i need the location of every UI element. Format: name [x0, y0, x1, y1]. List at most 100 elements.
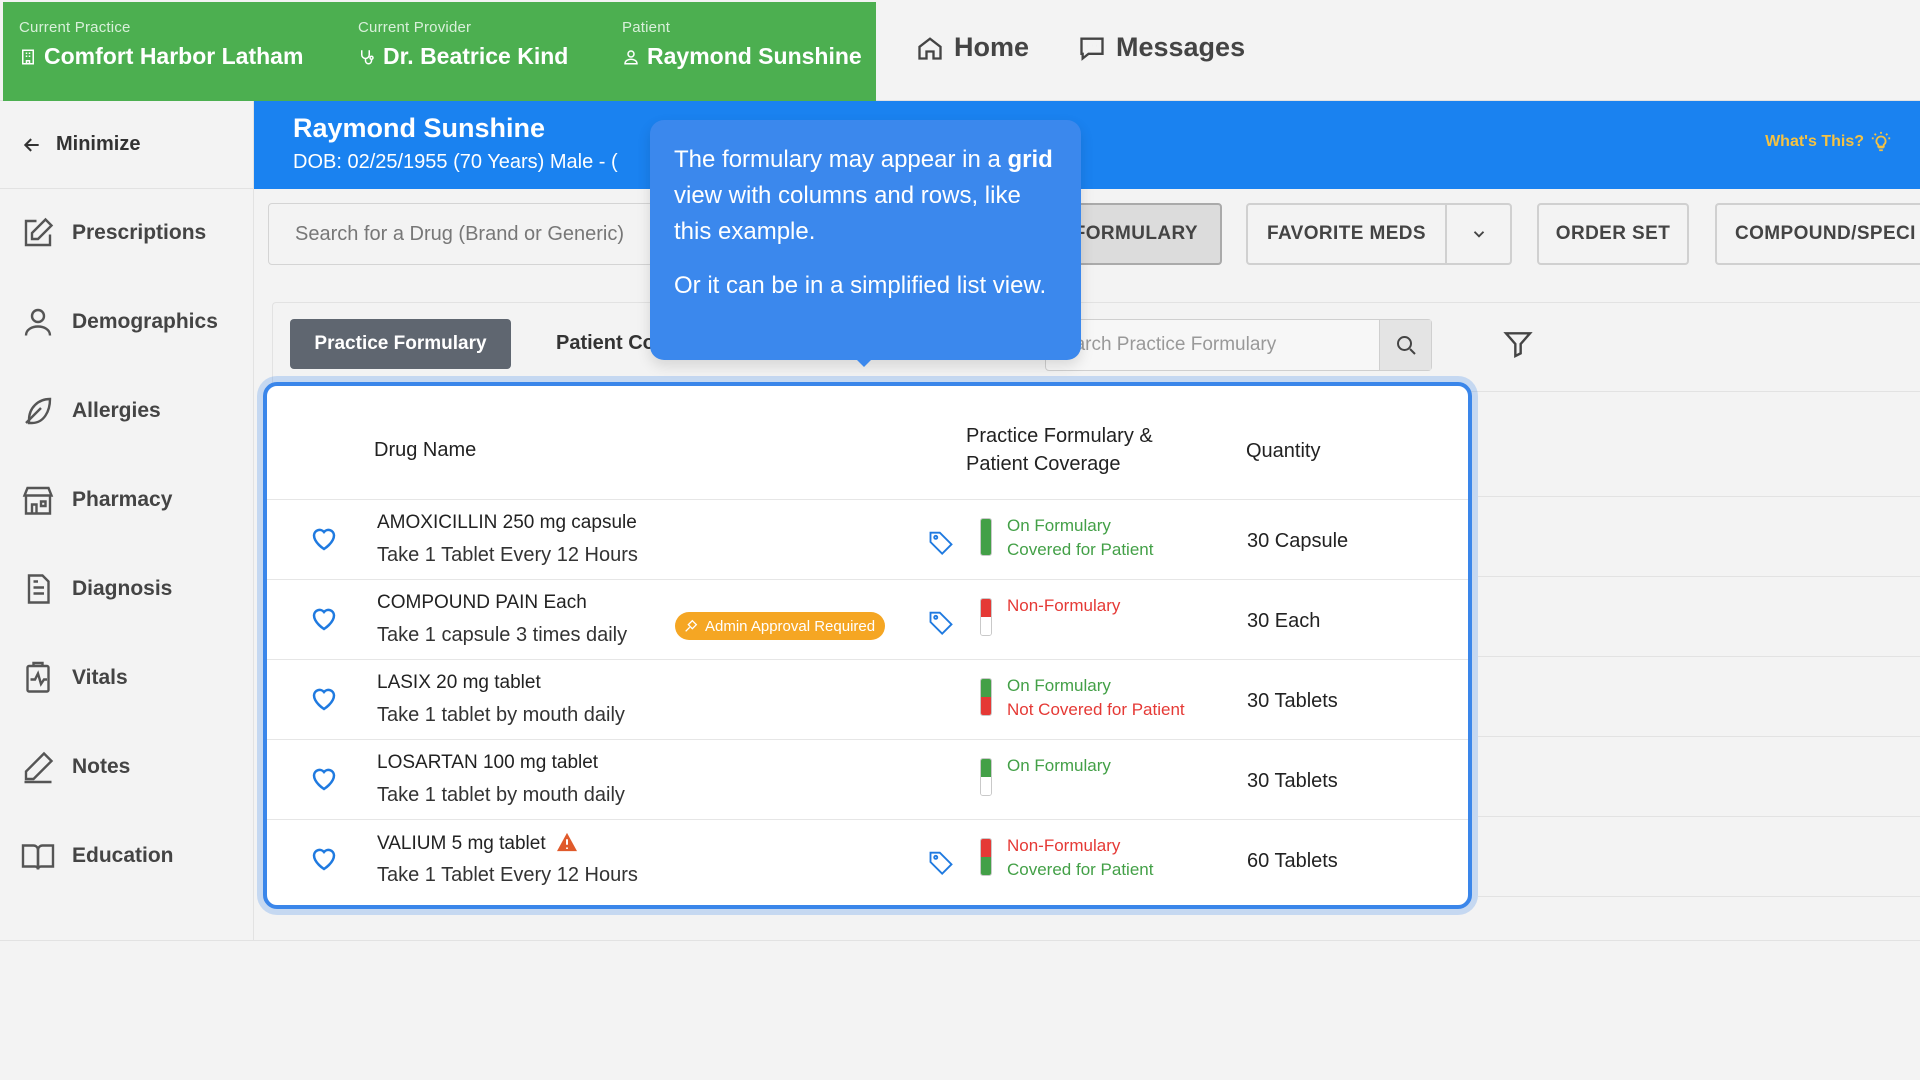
heart-icon[interactable] — [309, 604, 339, 634]
practice-formulary-search[interactable] — [1045, 319, 1432, 371]
heart-icon[interactable] — [309, 764, 339, 794]
current-patient[interactable]: Patient Raymond Sunshine — [622, 19, 862, 70]
clipboard-pulse-icon — [26, 661, 50, 693]
table-row[interactable]: AMOXICILLIN 250 mg capsule Take 1 Tablet… — [267, 499, 1468, 579]
tooltip-paragraph-2: Or it can be in a simplified list view. — [674, 272, 1047, 299]
table-row[interactable]: LASIX 20 mg tablet Take 1 tablet by mout… — [267, 659, 1468, 739]
tag-icon[interactable] — [927, 848, 955, 876]
patient-coverage-status: Covered for Patient — [1007, 860, 1154, 879]
current-patient-value: Raymond Sunshine — [647, 43, 862, 69]
chevron-down-icon — [1473, 231, 1484, 238]
person-icon — [624, 49, 638, 64]
whats-this-link[interactable]: What's This? — [1765, 131, 1892, 153]
current-patient-label: Patient — [622, 19, 671, 36]
order-set-label: ORDER SET — [1555, 223, 1671, 244]
sidebar-item-pharmacy[interactable]: Pharmacy — [20, 482, 172, 518]
row-divider — [1478, 496, 1920, 497]
pen-icon — [24, 751, 54, 784]
column-header-coverage-line1: Practice Formulary & — [966, 425, 1153, 447]
heart-icon[interactable] — [309, 684, 339, 714]
minimize-label: Minimize — [56, 133, 141, 155]
current-practice[interactable]: Current Practice Comfort Harbor Latham — [19, 19, 303, 70]
column-header-coverage-line2: Patient Coverage — [966, 453, 1121, 475]
practice-formulary-search-input[interactable] — [1046, 320, 1386, 370]
sidebar-item-label: Allergies — [72, 399, 161, 422]
favorite-meds-dropdown[interactable] — [1446, 203, 1512, 265]
heart-icon[interactable] — [309, 844, 339, 874]
bar-top — [981, 599, 991, 617]
drug-brand: AMOXICILLIN — [377, 512, 498, 533]
coverage-status: Non-Formulary — [1007, 594, 1120, 618]
favorite-meds-label: FAVORITE MEDS — [1267, 223, 1426, 244]
coverage-indicator — [980, 838, 992, 876]
bar-top — [981, 759, 991, 777]
approval-icon — [685, 619, 698, 632]
sidebar-item-vitals[interactable]: Vitals — [20, 660, 128, 696]
patient-dob: DOB: 02/25/1955 (70 Years) Male - ( — [293, 151, 618, 173]
quantity: 30 Capsule — [1247, 530, 1349, 552]
favorite-meds-button[interactable]: FAVORITE MEDS — [1246, 203, 1447, 265]
formulary-status: On Formulary — [1007, 756, 1111, 775]
building-icon — [22, 49, 34, 64]
drug-sig: Take 1 tablet by mouth daily — [377, 704, 625, 726]
sidebar-item-label: Vitals — [72, 666, 128, 689]
order-set-button[interactable]: ORDER SET — [1537, 203, 1689, 265]
badge-label: Admin Approval Required — [705, 617, 876, 635]
compound-label: COMPOUND/SPECI — [1735, 223, 1916, 244]
drug-sig: Take 1 tablet by mouth daily — [377, 784, 625, 806]
drug-search-input[interactable] — [269, 204, 687, 264]
quantity: 30 Tablets — [1247, 770, 1338, 792]
row-divider — [1478, 656, 1920, 657]
tooltip-paragraph-1: The formulary may appear in a grid view … — [674, 142, 1057, 250]
drug-strength: 20 mg tablet — [436, 672, 541, 693]
current-provider[interactable]: Current Provider Dr. Beatrice Kind — [358, 19, 568, 70]
sidebar-item-demographics[interactable]: Demographics — [20, 304, 218, 340]
feather-icon — [25, 397, 52, 425]
search-button[interactable] — [1379, 320, 1431, 370]
messages-label: Messages — [1116, 32, 1246, 62]
drug-brand: COMPOUND PAIN — [377, 592, 539, 613]
chat-icon — [1080, 37, 1104, 61]
sidebar-item-education[interactable]: Education — [20, 838, 174, 874]
filter-icon[interactable] — [1502, 328, 1534, 360]
tag-icon[interactable] — [927, 608, 955, 636]
drug-brand: LASIX — [377, 672, 431, 693]
tooltip-arrow — [855, 358, 873, 367]
quantity: 30 Tablets — [1247, 690, 1338, 712]
sidebar-item-prescriptions[interactable]: Prescriptions — [20, 215, 206, 251]
tab-practice-formulary[interactable]: Practice Formulary — [290, 319, 511, 369]
drug-search-field[interactable] — [268, 203, 688, 265]
messages-link[interactable]: Messages — [1078, 32, 1245, 63]
context-bar: Current Practice Comfort Harbor Latham C… — [3, 2, 876, 101]
tab-patient-coverage[interactable]: Patient Co — [556, 332, 655, 355]
coverage-indicator — [980, 518, 992, 556]
home-link[interactable]: Home — [916, 32, 1029, 63]
table-row[interactable]: LOSARTAN 100 mg tablet Take 1 tablet by … — [267, 739, 1468, 819]
lightbulb-icon — [1871, 131, 1891, 152]
patient-banner: Raymond Sunshine DOB: 02/25/1955 (70 Yea… — [254, 101, 1920, 189]
guide-tooltip: The formulary may appear in a grid view … — [650, 120, 1081, 360]
drug-name: LOSARTAN 100 mg tablet — [377, 752, 598, 774]
current-provider-value: Dr. Beatrice Kind — [383, 43, 569, 69]
heart-icon[interactable] — [309, 524, 339, 554]
formulary-status: On Formulary — [1007, 676, 1111, 695]
minimize-button[interactable]: Minimize — [0, 101, 254, 189]
sidebar-item-label: Diagnosis — [72, 577, 173, 600]
tooltip-text: view with columns and rows, like this ex… — [674, 182, 1021, 245]
compound-button[interactable]: COMPOUND/SPECI — [1715, 203, 1920, 265]
bar-bottom — [981, 617, 991, 635]
drug-sig: Take 1 Tablet Every 12 Hours — [377, 544, 638, 566]
sidebar-item-diagnosis[interactable]: Diagnosis — [20, 571, 172, 607]
tag-icon[interactable] — [927, 528, 955, 556]
sidebar-item-label: Education — [72, 844, 174, 867]
coverage-status: On Formulary — [1007, 754, 1111, 778]
table-row[interactable]: COMPOUND PAIN Each Take 1 capsule 3 time… — [267, 579, 1468, 659]
drug-sig: Take 1 capsule 3 times daily — [377, 624, 628, 646]
sidebar-item-notes[interactable]: Notes — [20, 749, 130, 785]
tooltip-bold-text: grid — [1007, 146, 1053, 173]
formulary-status: Non-Formulary — [1007, 836, 1121, 855]
content-divider — [0, 940, 1920, 941]
quantity: 60 Tablets — [1247, 850, 1338, 872]
table-row[interactable]: VALIUM 5 mg tablet Take 1 Tablet Every 1… — [267, 819, 1468, 899]
sidebar-item-allergies[interactable]: Allergies — [20, 393, 161, 429]
